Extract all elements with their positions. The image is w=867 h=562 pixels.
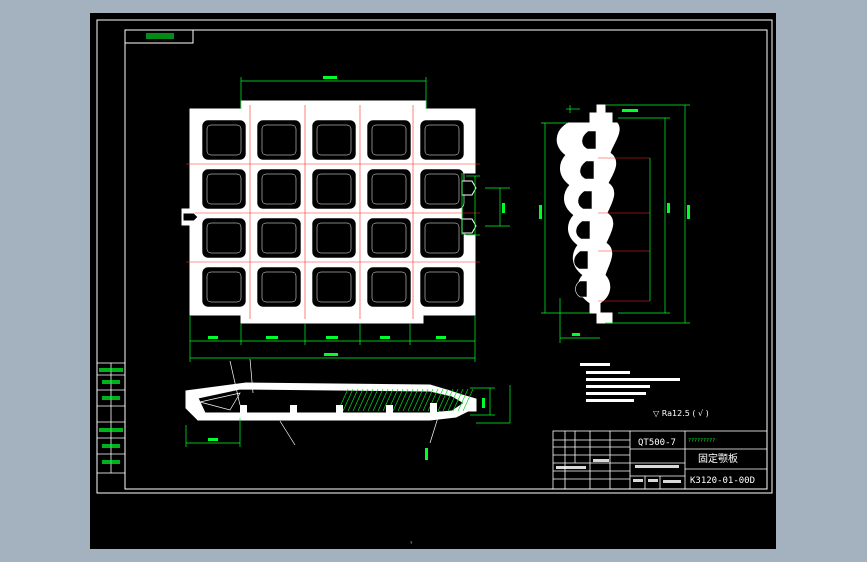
- surface-finish-symbol: ▽ Ra12.5 ( √ ): [653, 409, 709, 418]
- technical-notes: [580, 363, 680, 402]
- section-view: [185, 382, 477, 421]
- front-view: [181, 100, 480, 324]
- stamp-label: ?: [410, 540, 413, 545]
- company-note: ?????????: [688, 438, 715, 444]
- grid-cell: [311, 119, 357, 161]
- grid-cell: [366, 168, 412, 210]
- side-view: [556, 104, 650, 324]
- grid-cell: [419, 168, 465, 210]
- part-name: 固定颚板: [698, 452, 738, 465]
- grid-cell: [311, 266, 357, 308]
- grid-cell: [366, 266, 412, 308]
- grid-cell: [366, 119, 412, 161]
- grid-cell: [256, 119, 302, 161]
- engineering-drawing: ▽ Ra12.5 ( √ ) QT500-7 ????????? 固定颚板 K3…: [96, 19, 773, 545]
- grid-cell: [201, 168, 247, 210]
- grid-cell: [201, 119, 247, 161]
- stamp-label-bar: [146, 33, 174, 39]
- grid-cell: [201, 217, 247, 259]
- left-notch: [182, 212, 199, 222]
- grid-cell: [419, 119, 465, 161]
- grid-cell: [256, 168, 302, 210]
- grid-cell: [311, 168, 357, 210]
- grid-cell: [311, 217, 357, 259]
- right-notch-lower: [461, 218, 477, 234]
- drawing-number: K3120-01-00D: [690, 476, 755, 486]
- grid-cell: [201, 266, 247, 308]
- left-revision-strip: [96, 362, 126, 474]
- right-notch-upper: [461, 180, 477, 196]
- material-label: QT500-7: [638, 438, 676, 448]
- grid-cell: [419, 217, 465, 259]
- grid-cell: [419, 266, 465, 308]
- grid-cell: [366, 217, 412, 259]
- grid-cell: [256, 266, 302, 308]
- grid-cell: [256, 217, 302, 259]
- cad-viewport[interactable]: ▽ Ra12.5 ( √ ) QT500-7 ????????? 固定颚板 K3…: [90, 13, 776, 549]
